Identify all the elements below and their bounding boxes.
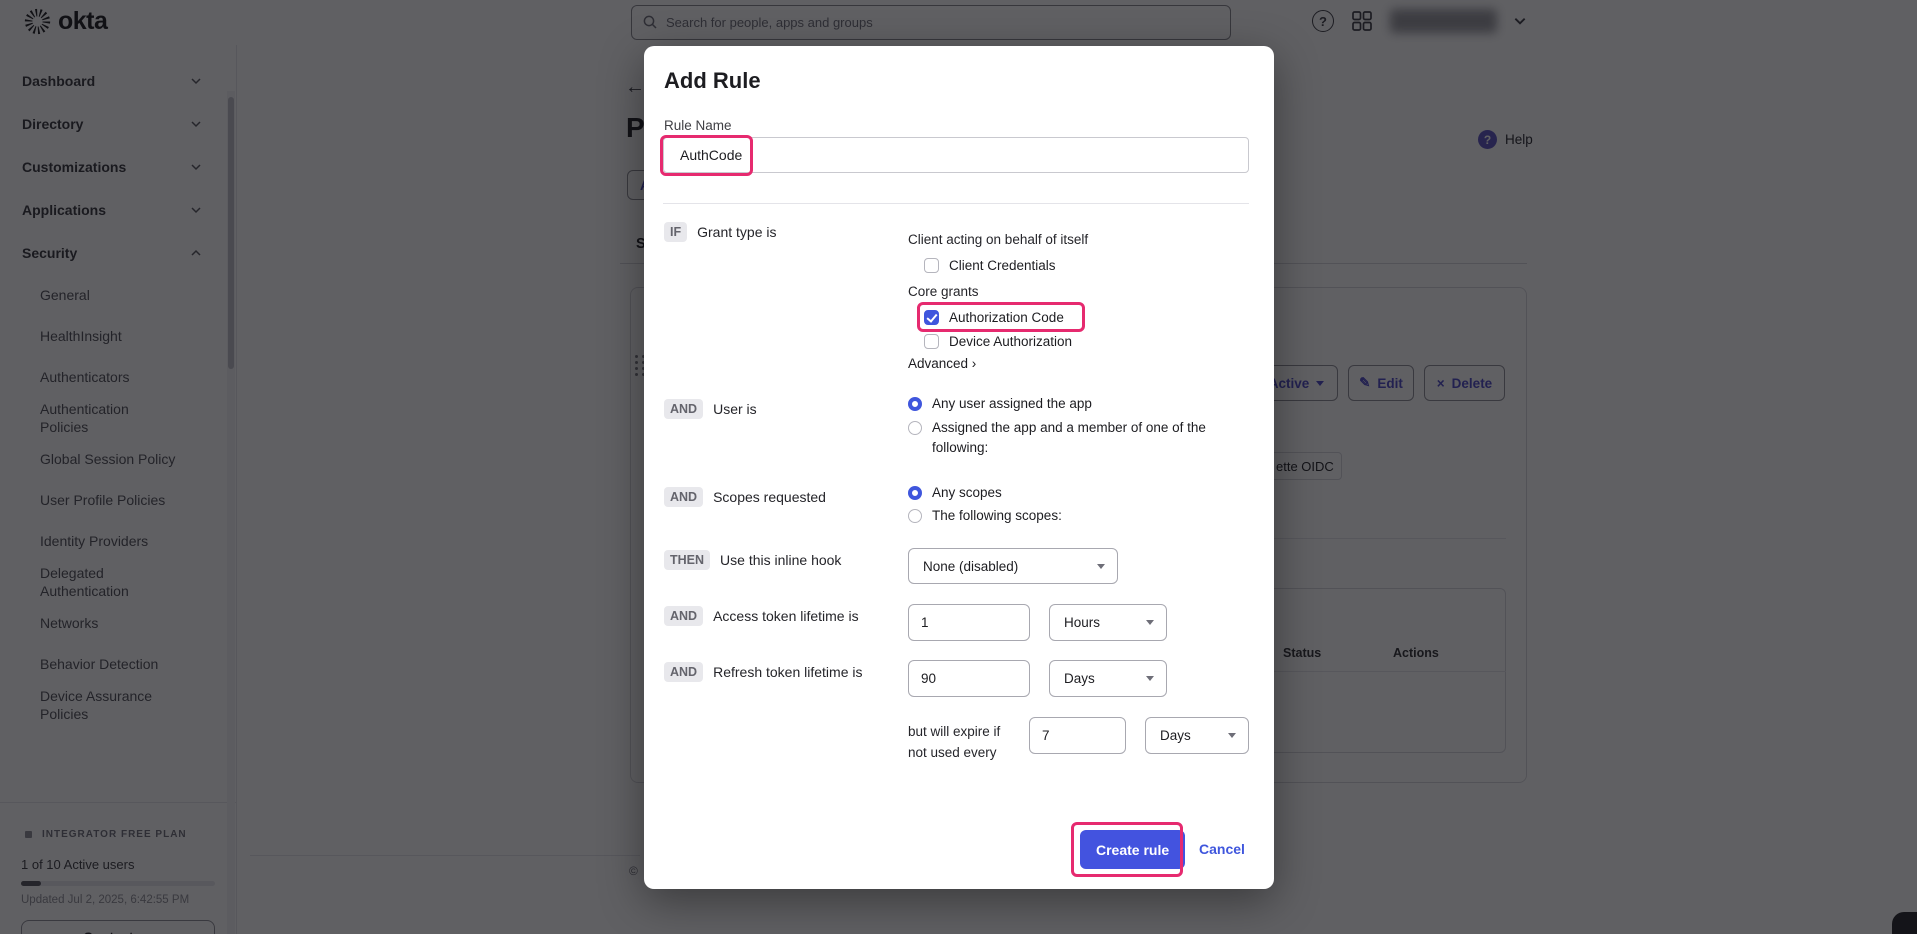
add-rule-modal: Add Rule Rule Name IF Grant type is Clie… — [644, 46, 1274, 889]
any-scopes-radio[interactable] — [908, 486, 922, 500]
and-keyword: AND — [664, 487, 703, 507]
cancel-button[interactable]: Cancel — [1199, 841, 1245, 857]
modal-title: Add Rule — [664, 68, 761, 94]
condition-scopes: AND Scopes requested — [664, 487, 826, 507]
client-credentials-checkbox[interactable] — [924, 258, 939, 273]
expire-value-input[interactable] — [1029, 717, 1126, 754]
chevron-down-icon — [1146, 620, 1154, 625]
access-token-lifetime-input[interactable] — [908, 604, 1030, 641]
option-assigned-member[interactable]: Assigned the app and a member of one of … — [908, 418, 1248, 458]
option-client-credentials[interactable]: Client Credentials — [908, 256, 1248, 276]
access-token-unit-select[interactable]: Hours — [1049, 604, 1167, 641]
expire-unit-select[interactable]: Days — [1145, 717, 1249, 754]
chevron-down-icon — [1097, 564, 1105, 569]
device-authorization-checkbox[interactable] — [924, 334, 939, 349]
group-core-grants: Core grants — [908, 282, 1248, 302]
rule-name-input[interactable] — [663, 137, 1249, 173]
grant-type-options: Client acting on behalf of itself Client… — [908, 230, 1248, 371]
authorization-code-checkbox[interactable] — [924, 310, 939, 325]
refresh-token-lifetime-input[interactable] — [908, 660, 1030, 697]
condition-access-token: AND Access token lifetime is — [664, 606, 859, 626]
option-authorization-code[interactable]: Authorization Code — [908, 308, 1248, 328]
following-scopes-radio[interactable] — [908, 509, 922, 523]
option-device-authorization[interactable]: Device Authorization — [908, 332, 1248, 352]
option-any-scopes[interactable]: Any scopes — [908, 483, 1248, 503]
inline-hook-select[interactable]: None (disabled) — [908, 548, 1118, 584]
then-keyword: THEN — [664, 550, 710, 570]
if-keyword: IF — [664, 222, 687, 242]
option-any-user[interactable]: Any user assigned the app — [908, 394, 1248, 414]
scopes-options: Any scopes The following scopes: — [908, 483, 1248, 526]
and-keyword: AND — [664, 662, 703, 682]
chevron-down-icon — [1146, 676, 1154, 681]
user-is-options: Any user assigned the app Assigned the a… — [908, 394, 1248, 458]
condition-grant-type: IF Grant type is — [664, 222, 776, 242]
chevron-down-icon — [1228, 733, 1236, 738]
condition-inline-hook: THEN Use this inline hook — [664, 550, 841, 570]
advanced-link[interactable]: Advanced › — [908, 356, 1248, 371]
modal-divider — [663, 203, 1249, 204]
and-keyword: AND — [664, 606, 703, 626]
condition-user-is: AND User is — [664, 399, 757, 419]
create-rule-button[interactable]: Create rule — [1080, 830, 1185, 869]
expire-label: but will expire if not used every — [908, 721, 1000, 763]
assigned-member-radio[interactable] — [908, 421, 922, 435]
and-keyword: AND — [664, 399, 703, 419]
any-user-radio[interactable] — [908, 397, 922, 411]
refresh-token-unit-select[interactable]: Days — [1049, 660, 1167, 697]
rule-name-label: Rule Name — [664, 118, 732, 133]
condition-refresh-token: AND Refresh token lifetime is — [664, 662, 863, 682]
group-client-acting: Client acting on behalf of itself — [908, 230, 1248, 250]
option-following-scopes[interactable]: The following scopes: — [908, 506, 1248, 526]
